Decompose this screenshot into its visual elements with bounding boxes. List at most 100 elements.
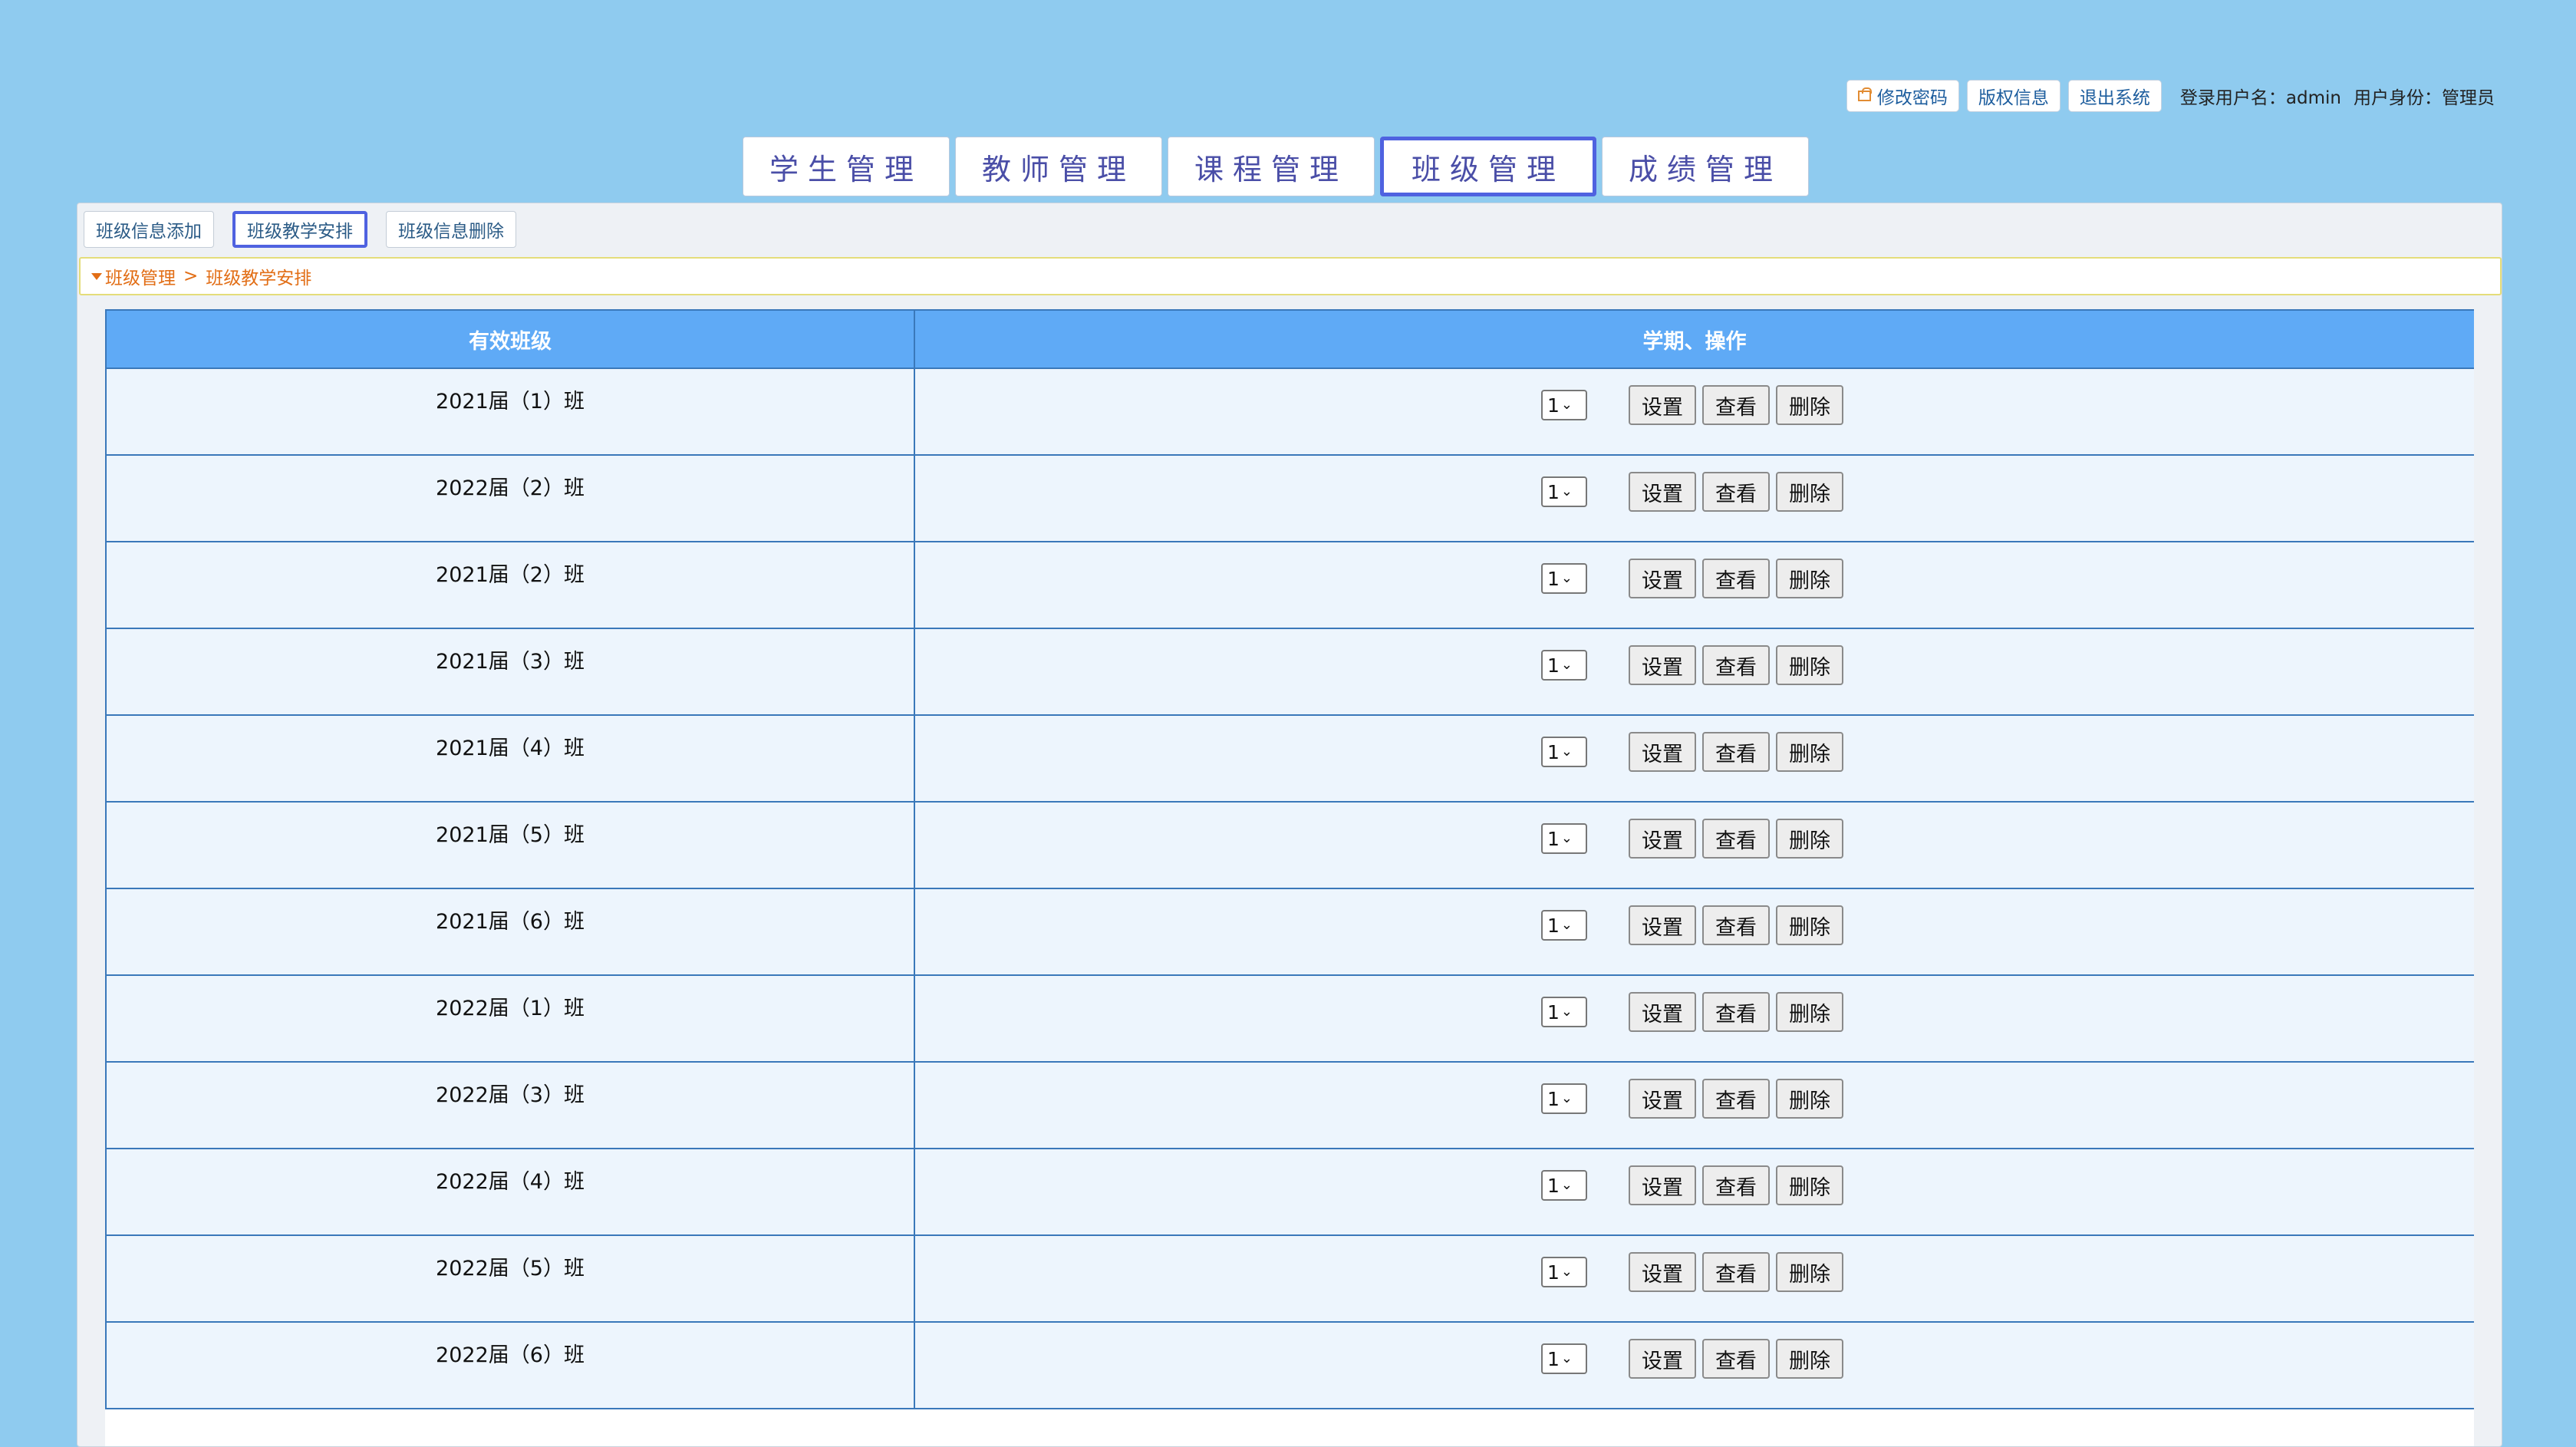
breadcrumb-current[interactable]: 班级教学安排 <box>206 263 311 289</box>
delete-button[interactable]: 删除 <box>1776 732 1843 772</box>
set-button[interactable]: 设置 <box>1629 819 1696 859</box>
view-button[interactable]: 查看 <box>1702 1252 1770 1292</box>
term-value: 1 <box>1547 827 1560 850</box>
copyright-button[interactable]: 版权信息 <box>1966 80 2060 112</box>
class-cell: 2022届（4）班 <box>105 1148 915 1236</box>
class-cell: 2021届（3）班 <box>105 628 915 716</box>
delete-button[interactable]: 删除 <box>1776 472 1843 512</box>
view-button[interactable]: 查看 <box>1702 992 1770 1032</box>
tab-course-management[interactable]: 课程管理 <box>1168 137 1375 196</box>
row-actions: 1 ⌄ 设置 查看 删除 <box>915 976 2474 1034</box>
breadcrumb-separator: > <box>183 266 199 286</box>
term-select[interactable]: 1 ⌄ <box>1541 390 1587 420</box>
set-button[interactable]: 设置 <box>1629 732 1696 772</box>
term-select[interactable]: 1 ⌄ <box>1541 650 1587 681</box>
term-select[interactable]: 1 ⌄ <box>1541 823 1587 854</box>
set-button[interactable]: 设置 <box>1629 1252 1696 1292</box>
table-row: 2022届（3）班 1 ⌄ 设置 查看 删除 <box>105 1061 2474 1149</box>
term-value: 1 <box>1547 567 1560 590</box>
tab-teacher-management[interactable]: 教师管理 <box>955 137 1162 196</box>
chevron-down-icon: ⌄ <box>1560 1177 1573 1193</box>
delete-button[interactable]: 删除 <box>1776 559 1843 598</box>
set-button[interactable]: 设置 <box>1629 992 1696 1032</box>
delete-button[interactable]: 删除 <box>1776 819 1843 859</box>
tab-label: 班级管理 <box>1411 152 1565 186</box>
view-button[interactable]: 查看 <box>1702 905 1770 945</box>
term-select[interactable]: 1 ⌄ <box>1541 910 1587 941</box>
header-bar: 修改密码 版权信息 退出系统 登录用户名：admin 用户身份：管理员 <box>1839 78 2495 114</box>
term-select[interactable]: 1 ⌄ <box>1541 1343 1587 1374</box>
term-select[interactable]: 1 ⌄ <box>1541 1170 1587 1201</box>
view-button[interactable]: 查看 <box>1702 732 1770 772</box>
delete-button[interactable]: 删除 <box>1776 1079 1843 1119</box>
chevron-down-icon: ⌄ <box>1560 1004 1573 1020</box>
table-row: 2021届（1）班 1 ⌄ 设置 查看 删除 <box>105 368 2474 456</box>
term-select[interactable]: 1 ⌄ <box>1541 1083 1587 1114</box>
row-actions: 1 ⌄ 设置 查看 删除 <box>915 369 2474 427</box>
actions-cell: 1 ⌄ 设置 查看 删除 <box>914 628 2474 716</box>
view-button[interactable]: 查看 <box>1702 1165 1770 1205</box>
view-button[interactable]: 查看 <box>1702 645 1770 685</box>
breadcrumb-parent[interactable]: 班级管理 <box>105 263 176 289</box>
logout-button[interactable]: 退出系统 <box>2067 80 2162 112</box>
delete-button[interactable]: 删除 <box>1776 1252 1843 1292</box>
set-button[interactable]: 设置 <box>1629 1165 1696 1205</box>
tab-label: 课程管理 <box>1194 152 1348 186</box>
class-name: 2021届（2）班 <box>436 563 585 587</box>
class-cell: 2021届（4）班 <box>105 714 915 803</box>
term-select[interactable]: 1 ⌄ <box>1541 563 1587 594</box>
class-cell: 2021届（2）班 <box>105 541 915 629</box>
add-class-button[interactable]: 班级信息添加 <box>84 211 214 248</box>
set-button[interactable]: 设置 <box>1629 385 1696 425</box>
set-button[interactable]: 设置 <box>1629 1339 1696 1379</box>
row-actions: 1 ⌄ 设置 查看 删除 <box>915 803 2474 861</box>
term-value: 1 <box>1547 1087 1560 1110</box>
set-button[interactable]: 设置 <box>1629 559 1696 598</box>
delete-button[interactable]: 删除 <box>1776 385 1843 425</box>
term-select[interactable]: 1 ⌄ <box>1541 737 1587 767</box>
change-password-button[interactable]: 修改密码 <box>1846 80 1959 112</box>
tab-grade-management[interactable]: 成绩管理 <box>1602 137 1809 196</box>
term-select[interactable]: 1 ⌄ <box>1541 997 1587 1027</box>
view-button[interactable]: 查看 <box>1702 559 1770 598</box>
actions-cell: 1 ⌄ 设置 查看 删除 <box>914 1061 2474 1149</box>
delete-button[interactable]: 删除 <box>1776 645 1843 685</box>
copyright-label: 版权信息 <box>1978 88 2049 108</box>
class-name: 2022届（3）班 <box>436 1083 585 1107</box>
set-button[interactable]: 设置 <box>1629 905 1696 945</box>
set-button[interactable]: 设置 <box>1629 1079 1696 1119</box>
view-button[interactable]: 查看 <box>1702 1339 1770 1379</box>
class-cell: 2022届（2）班 <box>105 454 915 542</box>
tab-student-management[interactable]: 学生管理 <box>743 137 950 196</box>
view-button[interactable]: 查看 <box>1702 385 1770 425</box>
set-button[interactable]: 设置 <box>1629 472 1696 512</box>
row-actions: 1 ⌄ 设置 查看 删除 <box>915 629 2474 687</box>
tab-class-management[interactable]: 班级管理 <box>1380 137 1596 196</box>
table-row: 2022届（5）班 1 ⌄ 设置 查看 删除 <box>105 1234 2474 1323</box>
term-value: 1 <box>1547 394 1560 417</box>
set-button[interactable]: 设置 <box>1629 645 1696 685</box>
class-name: 2021届（1）班 <box>436 390 585 414</box>
tab-label: 学生管理 <box>769 152 923 186</box>
class-teaching-plan-button[interactable]: 班级教学安排 <box>232 211 367 248</box>
term-select[interactable]: 1 ⌄ <box>1541 1257 1587 1287</box>
main-panel: 班级信息添加 班级教学安排 班级信息删除 班级管理 > 班级教学安排 有效班级 … <box>77 203 2502 1447</box>
term-value: 1 <box>1547 1261 1560 1284</box>
user-label: 登录用户名： <box>2179 88 2286 108</box>
delete-button[interactable]: 删除 <box>1776 992 1843 1032</box>
term-select[interactable]: 1 ⌄ <box>1541 476 1587 507</box>
tab-label: 教师管理 <box>981 152 1135 186</box>
table-row: 2022届（2）班 1 ⌄ 设置 查看 删除 <box>105 454 2474 542</box>
change-password-label: 修改密码 <box>1876 88 1948 108</box>
view-button[interactable]: 查看 <box>1702 472 1770 512</box>
table-row: 2021届（5）班 1 ⌄ 设置 查看 删除 <box>105 801 2474 889</box>
delete-button[interactable]: 删除 <box>1776 1165 1843 1205</box>
delete-button[interactable]: 删除 <box>1776 1339 1843 1379</box>
delete-button[interactable]: 删除 <box>1776 905 1843 945</box>
view-button[interactable]: 查看 <box>1702 1079 1770 1119</box>
row-actions: 1 ⌄ 设置 查看 删除 <box>915 1063 2474 1121</box>
delete-class-button[interactable]: 班级信息删除 <box>386 211 516 248</box>
chevron-down-icon: ⌄ <box>1560 570 1573 586</box>
view-button[interactable]: 查看 <box>1702 819 1770 859</box>
class-cell: 2022届（6）班 <box>105 1321 915 1409</box>
